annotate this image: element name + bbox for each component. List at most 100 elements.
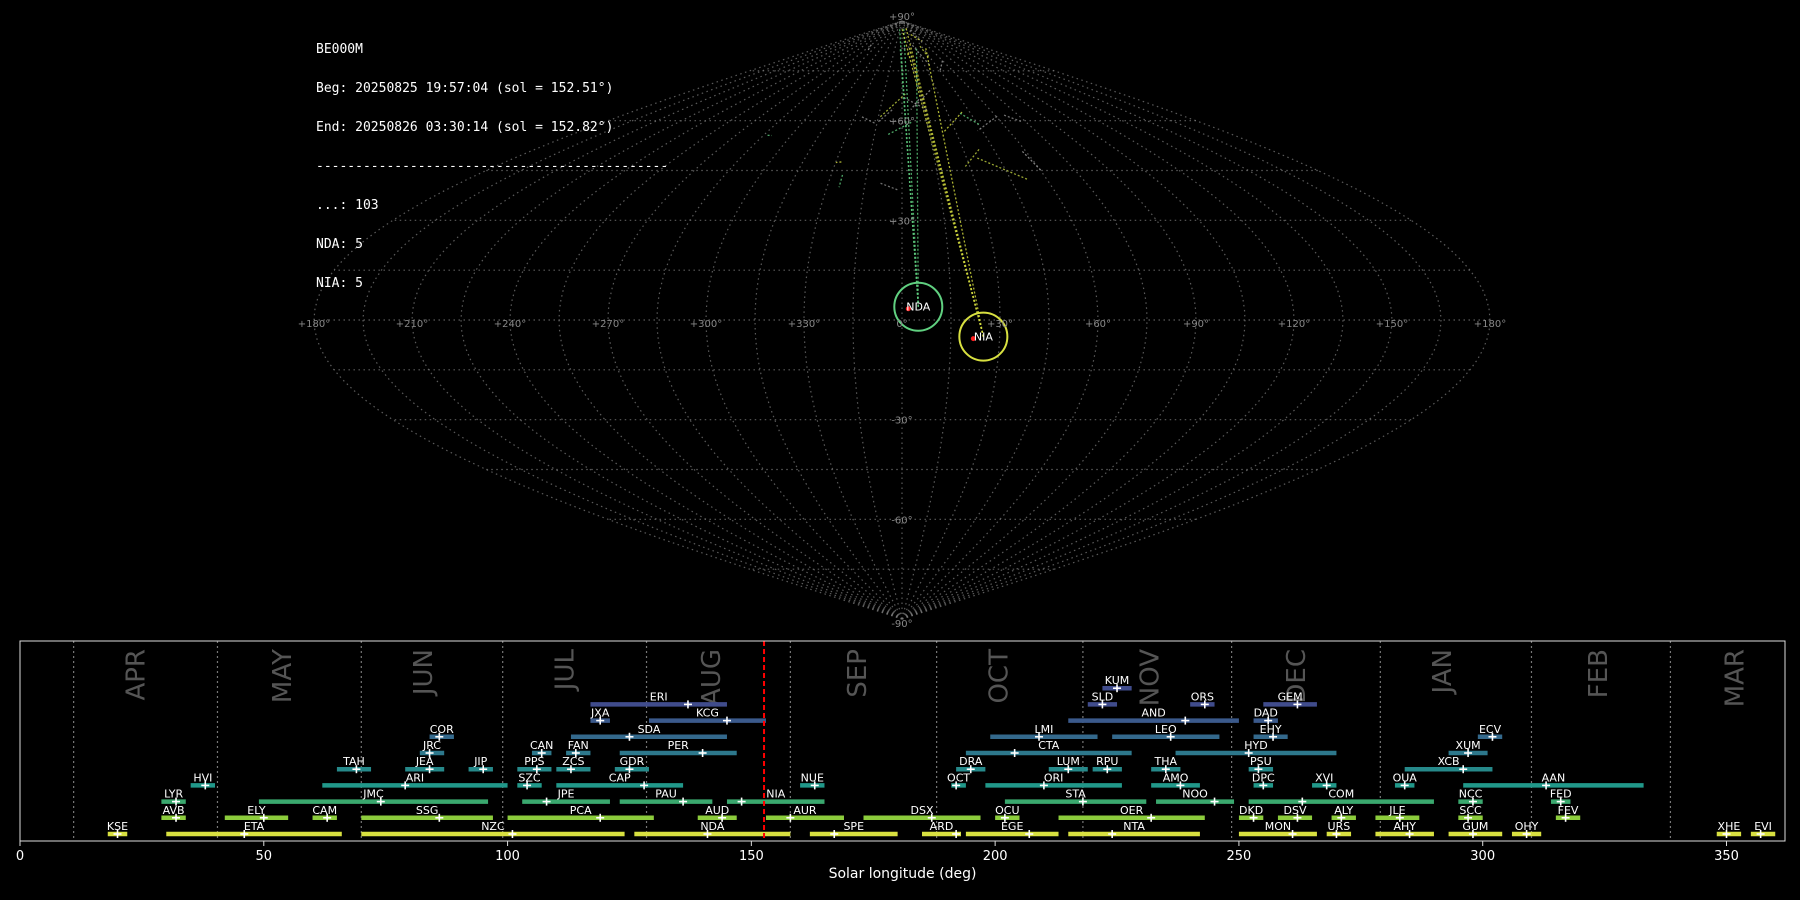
shower-label: SCC — [1459, 804, 1482, 817]
month-label: NOV — [1136, 649, 1166, 706]
shower-label: AUD — [705, 804, 729, 817]
shower-label: ELY — [247, 804, 266, 817]
shower-label: JIP — [473, 755, 487, 768]
info-rule: ----------------------------------------… — [316, 159, 669, 174]
shower-label: SDA — [638, 723, 661, 736]
shower-label: DKD — [1239, 804, 1263, 817]
shower-label: NOO — [1182, 788, 1208, 801]
station-id: BE000M — [316, 42, 363, 57]
radiant-trail — [901, 27, 984, 337]
shower-label: XVI — [1315, 771, 1333, 784]
lon-tick-label: +210° — [396, 319, 428, 330]
lon-tick-label: +180° — [298, 319, 330, 330]
radiant-trail — [925, 47, 984, 337]
shower-label: CTA — [1038, 739, 1060, 752]
shower-label: COM — [1328, 788, 1354, 801]
meteor-trail — [943, 111, 964, 132]
meteor-trail — [838, 174, 844, 188]
shower-label: LUM — [1057, 755, 1080, 768]
shower-label: COR — [430, 723, 454, 736]
begin-time: Beg: 20250825 19:57:04 (sol = 152.51°) — [316, 81, 614, 96]
shower-label: ALY — [1334, 804, 1353, 817]
shower-label: AHY — [1393, 820, 1416, 833]
x-tick-label: 0 — [16, 849, 24, 864]
shower-bars: KUM ERI SLD ORS GEM JXA KCG AND DAD COR SDA LMI LEO E… — [107, 641, 1776, 841]
shower-label: HYD — [1244, 739, 1267, 752]
shower-label: NCC — [1459, 788, 1483, 801]
count-all: ...: 103 — [316, 198, 379, 213]
lon-tick-label: +30° — [987, 319, 1013, 330]
shower-timeline: APR MAY JUN JUL AUG SEP OCT NOV DEC JAN FEB MAR KUM… — [16, 640, 1786, 882]
radiant-label: NIA — [974, 331, 993, 344]
shower-label: GUM — [1462, 820, 1488, 833]
sky-map: NDA NIA +180° +150° +120° +90° +60° +30° 0° +330… — [298, 12, 1506, 630]
x-tick-label: 300 — [1470, 849, 1495, 864]
shower-label: FEV — [1558, 804, 1579, 817]
month-label: JUN — [409, 649, 439, 697]
lat-tick-label: -30° — [891, 416, 912, 427]
shower-label: ECV — [1479, 723, 1502, 736]
x-tick-label: 100 — [495, 849, 520, 864]
lon-tick-label: +60° — [1085, 319, 1111, 330]
shower-label: JEA — [415, 755, 434, 768]
lon-tick-label: +120° — [1278, 319, 1310, 330]
count-nda: NDA: 5 — [316, 237, 363, 252]
shower-label: NUE — [801, 771, 824, 784]
shower-label: FED — [1550, 788, 1572, 801]
shower-label: NZC — [481, 820, 505, 833]
shower-label: PAU — [655, 788, 677, 801]
shower-label: FAN — [568, 739, 589, 752]
shower-label: LEO — [1155, 723, 1177, 736]
chart-stage: NDA NIA +180° +150° +120° +90° +60° +30° 0° +330… — [0, 0, 1800, 900]
lat-tick-label: -60° — [891, 515, 912, 526]
shower-label: CAM — [312, 804, 337, 817]
shower-label: CAP — [609, 771, 631, 784]
x-tick-label: 150 — [739, 849, 764, 864]
shower-label: EHY — [1260, 723, 1282, 736]
month-label: AUG — [697, 649, 727, 706]
shower-label: ORS — [1191, 690, 1214, 703]
lon-tick-label: +330° — [788, 319, 820, 330]
count-nia: NIA: 5 — [316, 276, 363, 291]
shower-label: AUR — [793, 804, 817, 817]
meteor-trail — [1021, 150, 1042, 171]
month-label: JAN — [1428, 649, 1458, 695]
lat-tick-label: +90° — [889, 12, 915, 23]
meteor-trail — [939, 60, 944, 72]
meteor-trail — [909, 29, 923, 43]
meteor-trail — [910, 98, 920, 110]
shower-label: GDR — [620, 755, 645, 768]
shower-label: XUM — [1456, 739, 1481, 752]
shower-label: OUA — [1393, 771, 1418, 784]
shower-label: CAN — [530, 739, 553, 752]
shower-label: JPE — [557, 788, 575, 801]
shower-label: PPS — [524, 755, 544, 768]
shower-label: ARD — [930, 820, 954, 833]
lon-tick-label: +180° — [1474, 319, 1506, 330]
x-tick-label: 350 — [1714, 849, 1739, 864]
shower-label: GEM — [1278, 690, 1303, 703]
shower-label: DSX — [911, 804, 934, 817]
shower-label: SSG — [416, 804, 439, 817]
lat-tick-label: +30° — [889, 216, 915, 227]
shower-label: SZC — [518, 771, 541, 784]
meteor-trail — [964, 148, 980, 167]
month-label: OCT — [985, 649, 1015, 704]
shower-label: MON — [1265, 820, 1291, 833]
shower-label: ETA — [244, 820, 265, 833]
shower-label: PER — [668, 739, 690, 752]
lon-tick-label: +90° — [1183, 319, 1209, 330]
month-label: FEB — [1584, 649, 1614, 698]
shower-label: JLE — [1388, 804, 1405, 817]
shower-label: LYR — [164, 788, 183, 801]
shower-label: DAD — [1254, 707, 1278, 720]
x-tick-label: 200 — [983, 849, 1008, 864]
x-axis-label: Solar longitude (deg) — [829, 866, 977, 882]
shower-label: XCB — [1438, 755, 1460, 768]
shower-label: NIA — [766, 788, 785, 801]
lon-tick-label: +150° — [1376, 319, 1408, 330]
shower-label: AVB — [163, 804, 185, 817]
shower-label: SPE — [843, 820, 864, 833]
meteor-trail — [835, 161, 842, 164]
shower-label: EGE — [1001, 820, 1023, 833]
